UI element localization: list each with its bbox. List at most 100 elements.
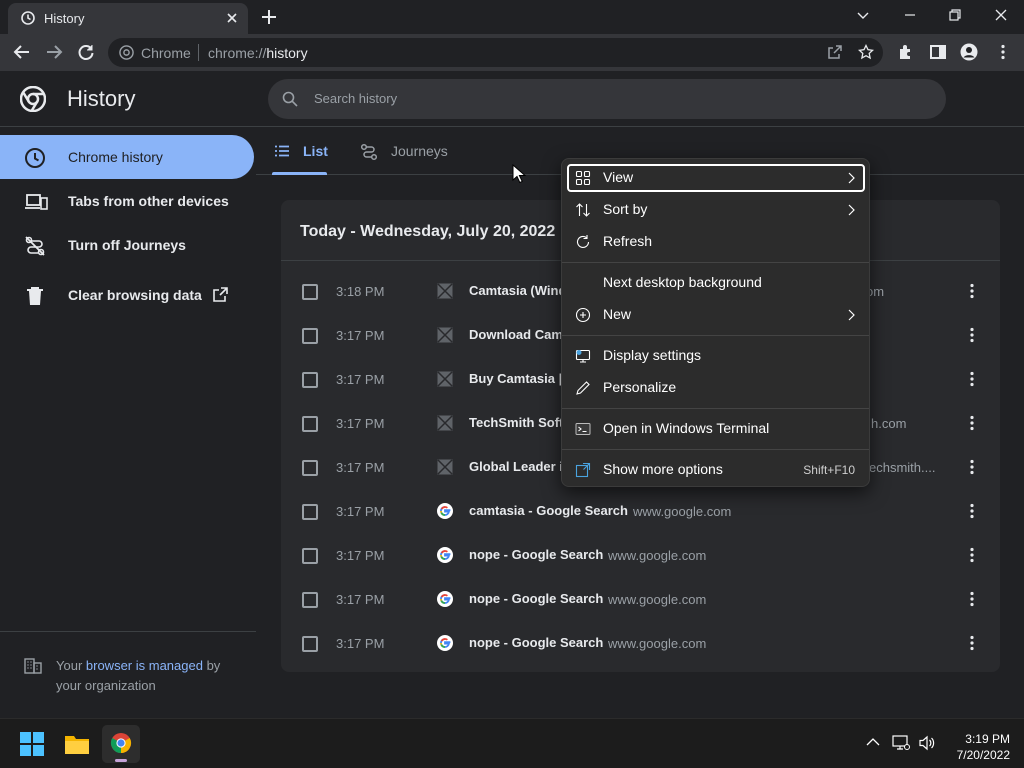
row-title[interactable]: Camtasia (Wind	[469, 283, 566, 298]
new-tab-plus-icon[interactable]	[260, 8, 278, 26]
chevron-right-icon	[847, 172, 855, 184]
row-domain: echsmith....	[869, 460, 936, 475]
row-title[interactable]: nope - Google Search	[469, 547, 603, 562]
journeys-icon	[360, 143, 378, 161]
sidebar-item-clear-browsing-data[interactable]: Clear browsing data	[0, 273, 254, 317]
row-more-kebab-icon[interactable]	[970, 327, 974, 343]
show-hidden-icons-chevron-icon[interactable]	[866, 737, 880, 747]
row-checkbox[interactable]	[302, 548, 318, 564]
close-window-icon[interactable]	[993, 7, 1009, 23]
bookmark-star-icon[interactable]	[858, 44, 874, 60]
clock[interactable]: 3:19 PM 7/20/2022	[957, 731, 1010, 763]
menu-item-label: Sort by	[603, 201, 648, 217]
share-icon[interactable]	[827, 44, 843, 60]
omnibox-chip: Chrome	[141, 45, 191, 61]
start-button[interactable]	[13, 725, 51, 763]
row-checkbox[interactable]	[302, 592, 318, 608]
taskbar-chrome[interactable]	[102, 725, 140, 763]
menu-item-view[interactable]: View	[567, 164, 865, 192]
menu-item-label: Refresh	[603, 233, 653, 249]
sidebar-item-turn-off-journeys[interactable]: Turn off Journeys	[0, 223, 254, 267]
row-title[interactable]: nope - Google Search	[469, 591, 603, 606]
row-more-kebab-icon[interactable]	[970, 635, 974, 651]
menu-item-sort-by[interactable]: Sort by	[567, 196, 865, 224]
row-title[interactable]: TechSmith Soft	[469, 415, 563, 430]
row-checkbox[interactable]	[302, 284, 318, 300]
search-history-input[interactable]: Search history	[268, 79, 946, 119]
history-row[interactable]: 3:17 PM nope - Google Search www.google.…	[281, 577, 1000, 621]
forward-arrow-icon[interactable]	[45, 43, 63, 61]
chrome-icon	[110, 732, 132, 754]
row-title[interactable]: Buy Camtasia |	[469, 371, 562, 386]
menu-kebab-icon[interactable]	[994, 43, 1012, 61]
row-time: 3:17 PM	[336, 372, 385, 387]
row-title[interactable]: Download Camt	[469, 327, 567, 342]
history-row[interactable]: 3:17 PM nope - Google Search www.google.…	[281, 533, 1000, 577]
minimize-icon[interactable]	[902, 7, 918, 23]
side-panel-icon[interactable]	[929, 43, 947, 61]
history-header: History Search history	[0, 71, 1024, 127]
building-icon	[24, 658, 42, 674]
back-arrow-icon[interactable]	[13, 43, 31, 61]
row-title[interactable]: nope - Google Search	[469, 635, 603, 650]
sidebar-item-tabs-other-devices[interactable]: Tabs from other devices	[0, 179, 254, 223]
row-title[interactable]: camtasia - Google Search	[469, 503, 628, 518]
tab-label: Journeys	[391, 143, 448, 159]
sidebar-item-label: Tabs from other devices	[68, 193, 229, 209]
menu-item-open-windows-terminal[interactable]: Open in Windows Terminal	[567, 415, 865, 443]
row-checkbox[interactable]	[302, 636, 318, 652]
reload-icon[interactable]	[77, 43, 95, 61]
menu-item-label: New	[603, 306, 632, 322]
row-title[interactable]: Global Leader in	[469, 459, 571, 474]
tab-journeys[interactable]: Journeys	[356, 127, 466, 175]
browser-tab-history[interactable]: History	[8, 3, 248, 34]
row-checkbox[interactable]	[302, 460, 318, 476]
menu-item-new[interactable]: New	[567, 301, 865, 329]
row-checkbox[interactable]	[302, 416, 318, 432]
menu-separator	[562, 335, 869, 336]
history-row[interactable]: 3:17 PM nope - Google Search www.google.…	[281, 621, 1000, 665]
tab-list[interactable]: List	[256, 127, 346, 175]
clock-time: 3:19 PM	[965, 732, 1010, 746]
view-grid-icon	[575, 170, 591, 186]
row-more-kebab-icon[interactable]	[970, 415, 974, 431]
row-more-kebab-icon[interactable]	[970, 371, 974, 387]
menu-item-label: View	[603, 169, 634, 185]
menu-separator	[562, 262, 869, 263]
row-time: 3:17 PM	[336, 548, 385, 563]
row-more-kebab-icon[interactable]	[970, 591, 974, 607]
url-text: chrome://history	[208, 45, 308, 61]
row-checkbox[interactable]	[302, 504, 318, 520]
menu-item-show-more-options[interactable]: Show more options Shift+F10	[567, 456, 865, 484]
broken-image-icon	[437, 327, 453, 343]
menu-item-label: Next desktop background	[603, 274, 762, 290]
more-options-icon	[575, 462, 591, 478]
close-tab-icon[interactable]	[224, 10, 240, 26]
row-checkbox[interactable]	[302, 372, 318, 388]
network-icon[interactable]	[892, 735, 910, 751]
row-domain: www.google.com	[608, 592, 707, 607]
profile-avatar-icon[interactable]	[960, 43, 978, 61]
row-more-kebab-icon[interactable]	[970, 283, 974, 299]
extensions-puzzle-icon[interactable]	[897, 43, 915, 61]
browser-managed-link[interactable]: browser is managed	[86, 658, 203, 673]
row-more-kebab-icon[interactable]	[970, 547, 974, 563]
sidebar-item-chrome-history[interactable]: Chrome history	[0, 135, 254, 179]
row-more-kebab-icon[interactable]	[970, 459, 974, 475]
row-checkbox[interactable]	[302, 328, 318, 344]
sort-icon	[575, 202, 591, 218]
history-row[interactable]: 3:17 PM camtasia - Google Search www.goo…	[281, 489, 1000, 533]
menu-item-display-settings[interactable]: Display settings	[567, 342, 865, 370]
menu-item-next-desktop-background[interactable]: Next desktop background	[567, 269, 865, 297]
tab-search-chevron-icon[interactable]	[855, 7, 871, 23]
restore-icon[interactable]	[947, 7, 963, 23]
taskbar-file-explorer[interactable]	[58, 725, 96, 763]
row-more-kebab-icon[interactable]	[970, 503, 974, 519]
google-icon	[437, 591, 453, 607]
broken-image-icon	[437, 283, 453, 299]
address-bar[interactable]: Chrome chrome://history	[108, 38, 883, 67]
volume-icon[interactable]	[918, 735, 936, 751]
menu-item-refresh[interactable]: Refresh	[567, 228, 865, 256]
menu-item-personalize[interactable]: Personalize	[567, 374, 865, 402]
chrome-site-icon	[119, 45, 134, 60]
